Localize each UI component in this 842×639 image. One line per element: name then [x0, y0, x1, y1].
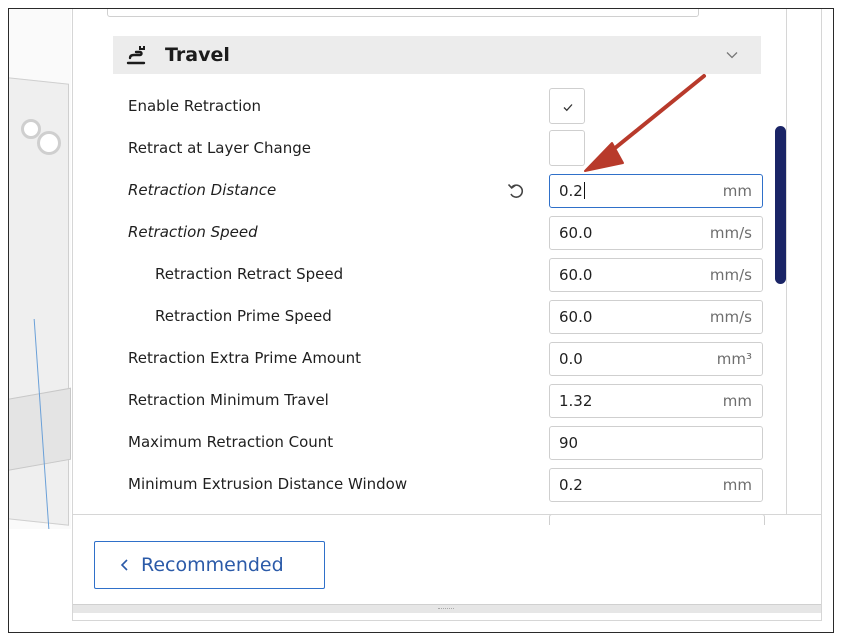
field-value: 0.2: [559, 182, 583, 200]
footer-divider: [73, 514, 821, 515]
field-value: 0.0: [559, 350, 583, 368]
retraction-prime-speed-input[interactable]: 60.0 mm/s: [549, 300, 763, 334]
field-unit: mm: [722, 182, 752, 200]
setting-label: Retraction Extra Prime Amount: [128, 349, 361, 367]
recommended-button[interactable]: Recommended: [94, 541, 325, 589]
retraction-distance-input[interactable]: 0.2 mm: [549, 174, 763, 208]
retraction-speed-input[interactable]: 60.0 mm/s: [549, 216, 763, 250]
field-value: 60.0: [559, 308, 593, 326]
minimum-extrusion-distance-window-input[interactable]: 0.2 mm: [549, 468, 763, 502]
3d-viewport[interactable]: [9, 9, 71, 529]
field-value: 1.32: [559, 392, 593, 410]
field-value: 90: [559, 434, 579, 452]
setting-row-enable-retraction: Enable Retraction: [113, 88, 763, 126]
text-caret: [583, 182, 585, 199]
field-unit: mm: [722, 476, 752, 494]
setting-row-retraction-retract-speed: Retraction Retract Speed 60.0 mm/s: [113, 256, 763, 294]
checkmark-icon: [563, 104, 573, 112]
setting-row-maximum-retraction-count: Maximum Retraction Count 90: [113, 424, 763, 462]
maximum-retraction-count-input[interactable]: 90: [549, 426, 763, 460]
section-header-travel[interactable]: Travel: [113, 36, 761, 74]
travel-icon: [126, 46, 146, 65]
retraction-extra-prime-amount-input[interactable]: 0.0 mm³: [549, 342, 763, 376]
field-value: 0.2: [559, 476, 583, 494]
panel-resize-handle[interactable]: [73, 604, 821, 613]
field-unit: mm³: [716, 350, 752, 368]
field-value: 60.0: [559, 266, 593, 284]
setting-label: Minimum Extrusion Distance Window: [128, 475, 408, 493]
setting-label: Maximum Retraction Count: [128, 433, 334, 451]
settings-scrollbar[interactable]: [775, 126, 786, 284]
chevron-down-icon[interactable]: [725, 48, 739, 62]
setting-label: Retract at Layer Change: [128, 139, 311, 157]
grip-dots: [438, 608, 454, 611]
reset-icon[interactable]: [506, 179, 526, 201]
previous-field-edge: [107, 9, 699, 17]
app-window: Travel Enable Retraction Retract at Laye…: [8, 8, 834, 633]
field-unit: mm/s: [709, 308, 752, 326]
setting-label: Retraction Prime Speed: [155, 307, 332, 325]
setting-row-minimum-extrusion-distance-window: Minimum Extrusion Distance Window 0.2 mm: [113, 466, 763, 504]
retraction-minimum-travel-input[interactable]: 1.32 mm: [549, 384, 763, 418]
setting-row-retraction-minimum-travel: Retraction Minimum Travel 1.32 mm: [113, 382, 763, 420]
chevron-left-icon: [120, 559, 128, 571]
setting-row-retraction-speed: Retraction Speed 60.0 mm/s: [113, 214, 763, 252]
setting-label: Retraction Distance: [128, 181, 277, 199]
retract-layer-change-checkbox[interactable]: [549, 130, 585, 166]
retraction-retract-speed-input[interactable]: 60.0 mm/s: [549, 258, 763, 292]
field-value: 60.0: [559, 224, 593, 242]
setting-label: Enable Retraction: [128, 97, 262, 115]
field-unit: mm/s: [709, 266, 752, 284]
panel-divider: [786, 9, 787, 514]
field-unit: mm/s: [709, 224, 752, 242]
setting-label: Retraction Minimum Travel: [128, 391, 329, 409]
field-unit: mm: [722, 392, 752, 410]
setting-label: Retraction Speed: [128, 223, 258, 241]
section-title: Travel: [165, 44, 230, 66]
setting-label: Retraction Retract Speed: [155, 265, 344, 283]
next-field-edge: [549, 514, 765, 525]
setting-row-retraction-distance: Retraction Distance 0.2 mm: [113, 172, 763, 210]
setting-row-retraction-extra-prime-amount: Retraction Extra Prime Amount 0.0 mm³: [113, 340, 763, 378]
setting-row-retract-at-layer-change: Retract at Layer Change: [113, 130, 763, 168]
recommended-label: Recommended: [141, 554, 284, 576]
mounting-hole: [37, 131, 61, 155]
print-settings-panel: Travel Enable Retraction Retract at Laye…: [72, 9, 822, 621]
setting-row-retraction-prime-speed: Retraction Prime Speed 60.0 mm/s: [113, 298, 763, 336]
enable-retraction-checkbox[interactable]: [549, 88, 585, 124]
